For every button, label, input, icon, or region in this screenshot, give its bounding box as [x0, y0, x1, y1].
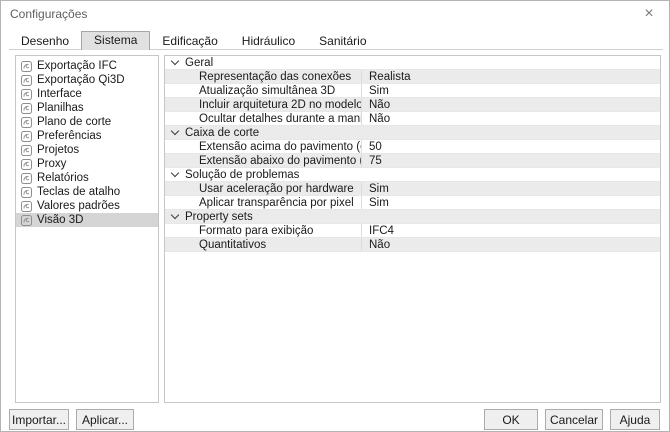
chevron-down-icon [171, 57, 179, 65]
sidebar-item-exportacao-ifc[interactable]: Exportação IFC [16, 59, 158, 73]
property-row-aplicar-transparencia-por-pixel[interactable]: Aplicar transparência por pixelSim [165, 196, 660, 210]
sidebar-item-teclas-de-atalho[interactable]: Teclas de atalho [16, 185, 158, 199]
sidebar-item-label: Plano de corte [37, 116, 111, 128]
tab-sanitario[interactable]: Sanitário [307, 34, 378, 49]
property-value[interactable]: Não [362, 238, 660, 251]
property-value[interactable]: IFC4 [362, 224, 660, 237]
property-row-atualizacao-simultanea-3d[interactable]: Atualização simultânea 3DSim [165, 84, 660, 98]
property-name: Extensão acima do pavimento (cm) [165, 140, 362, 153]
settings-icon [21, 201, 32, 212]
property-row-formato-para-exibicao[interactable]: Formato para exibiçãoIFC4 [165, 224, 660, 238]
section-title: Solução de problemas [185, 169, 299, 181]
settings-category-list: Exportação IFC Exportação Qi3D Interface Pl… [15, 55, 159, 403]
property-value[interactable]: 50 [362, 140, 660, 153]
section-title: Property sets [185, 211, 253, 223]
apply-button[interactable]: Aplicar... [76, 409, 134, 430]
property-name: Ocultar detalhes durante a manipulação [165, 112, 362, 125]
settings-icon [21, 103, 32, 114]
chevron-down-icon [171, 211, 179, 219]
settings-icon [21, 89, 32, 100]
sidebar-item-interface[interactable]: Interface [16, 87, 158, 101]
sidebar-item-label: Valores padrões [37, 200, 120, 212]
cancel-button[interactable]: Cancelar [545, 409, 603, 430]
settings-icon [21, 159, 32, 170]
property-name: Formato para exibição [165, 224, 362, 237]
settings-icon [21, 187, 32, 198]
property-row-representacao-das-conexoes[interactable]: Representação das conexõesRealista [165, 70, 660, 84]
window-title: Configurações [10, 7, 87, 21]
sidebar-item-label: Exportação IFC [37, 60, 117, 72]
sidebar-item-preferencias[interactable]: Preferências [16, 129, 158, 143]
sidebar-item-projetos[interactable]: Projetos [16, 143, 158, 157]
sidebar-item-label: Interface [37, 88, 82, 100]
property-value[interactable]: Não [362, 112, 660, 125]
sidebar-item-label: Proxy [37, 158, 66, 170]
property-row-usar-aceleracao-por-hardware[interactable]: Usar aceleração por hardwareSim [165, 182, 660, 196]
footer-right-buttons: OK Cancelar Ajuda [484, 409, 660, 430]
settings-icon [21, 117, 32, 128]
sidebar-item-label: Teclas de atalho [37, 186, 120, 198]
property-name: Incluir arquitetura 2D no modelo 3D [165, 98, 362, 111]
section-header-caixa-de-corte[interactable]: Caixa de corte [165, 126, 660, 140]
section-header-property-sets[interactable]: Property sets [165, 210, 660, 224]
sidebar-item-label: Relatórios [37, 172, 89, 184]
section-title: Caixa de corte [185, 127, 259, 139]
property-grid: GeralRepresentação das conexõesRealistaA… [164, 55, 661, 403]
sidebar-item-label: Planilhas [37, 102, 84, 114]
help-button[interactable]: Ajuda [610, 409, 660, 430]
settings-icon [21, 173, 32, 184]
property-name: Representação das conexões [165, 70, 362, 83]
sidebar-item-proxy[interactable]: Proxy [16, 157, 158, 171]
property-value[interactable]: Sim [362, 84, 660, 97]
chevron-down-icon [171, 169, 179, 177]
property-value[interactable]: Realista [362, 70, 660, 83]
property-row-extensao-acima-do-pavimento-cm[interactable]: Extensão acima do pavimento (cm)50 [165, 140, 660, 154]
sidebar-item-valores-padroes[interactable]: Valores padrões [16, 199, 158, 213]
tab-sistema[interactable]: Sistema [81, 31, 150, 50]
tab-edificacao[interactable]: Edificação [150, 34, 229, 49]
section-title: Geral [185, 57, 213, 69]
property-row-ocultar-detalhes-durante-a-manipulacao[interactable]: Ocultar detalhes durante a manipulaçãoNã… [165, 112, 660, 126]
property-name: Atualização simultânea 3D [165, 84, 362, 97]
property-row-quantitativos[interactable]: QuantitativosNão [165, 238, 660, 252]
chevron-down-icon [171, 127, 179, 135]
sidebar-item-plano-de-corte[interactable]: Plano de corte [16, 115, 158, 129]
property-row-extensao-abaixo-do-pavimento-cm[interactable]: Extensão abaixo do pavimento (cm)75 [165, 154, 660, 168]
settings-icon [21, 61, 32, 72]
import-button[interactable]: Importar... [9, 409, 69, 430]
property-name: Extensão abaixo do pavimento (cm) [165, 154, 362, 167]
section-header-solucao-de-problemas[interactable]: Solução de problemas [165, 168, 660, 182]
tab-strip: DesenhoSistemaEdificaçãoHidráulicoSanitá… [9, 30, 663, 50]
sidebar-item-planilhas[interactable]: Planilhas [16, 101, 158, 115]
sidebar-item-label: Visão 3D [37, 214, 83, 226]
close-icon[interactable]: × [635, 4, 663, 24]
sidebar-item-label: Projetos [37, 144, 79, 156]
sidebar-item-label: Preferências [37, 130, 102, 142]
settings-icon [21, 131, 32, 142]
settings-icon [21, 75, 32, 86]
tab-desenho[interactable]: Desenho [9, 34, 81, 49]
property-value[interactable]: Sim [362, 196, 660, 209]
settings-icon [21, 145, 32, 156]
tab-hidraulico[interactable]: Hidráulico [230, 34, 307, 49]
sidebar-item-exportacao-qi3d[interactable]: Exportação Qi3D [16, 73, 158, 87]
property-name: Usar aceleração por hardware [165, 182, 362, 195]
ok-button[interactable]: OK [484, 409, 538, 430]
sidebar-item-visao-3d[interactable]: Visão 3D [16, 213, 158, 227]
settings-dialog: Configurações × DesenhoSistemaEdificação… [0, 0, 670, 432]
property-name: Aplicar transparência por pixel [165, 196, 362, 209]
sidebar-item-label: Exportação Qi3D [37, 74, 125, 86]
property-value[interactable]: Sim [362, 182, 660, 195]
title-bar: Configurações × [1, 1, 669, 27]
property-row-incluir-arquitetura-2d-no-modelo-3d[interactable]: Incluir arquitetura 2D no modelo 3DNão [165, 98, 660, 112]
settings-icon [21, 215, 32, 226]
property-value[interactable]: 75 [362, 154, 660, 167]
sidebar-item-relatorios[interactable]: Relatórios [16, 171, 158, 185]
footer-left-buttons: Importar... Aplicar... [9, 409, 134, 430]
section-header-geral[interactable]: Geral [165, 56, 660, 70]
property-value[interactable]: Não [362, 98, 660, 111]
property-name: Quantitativos [165, 238, 362, 251]
